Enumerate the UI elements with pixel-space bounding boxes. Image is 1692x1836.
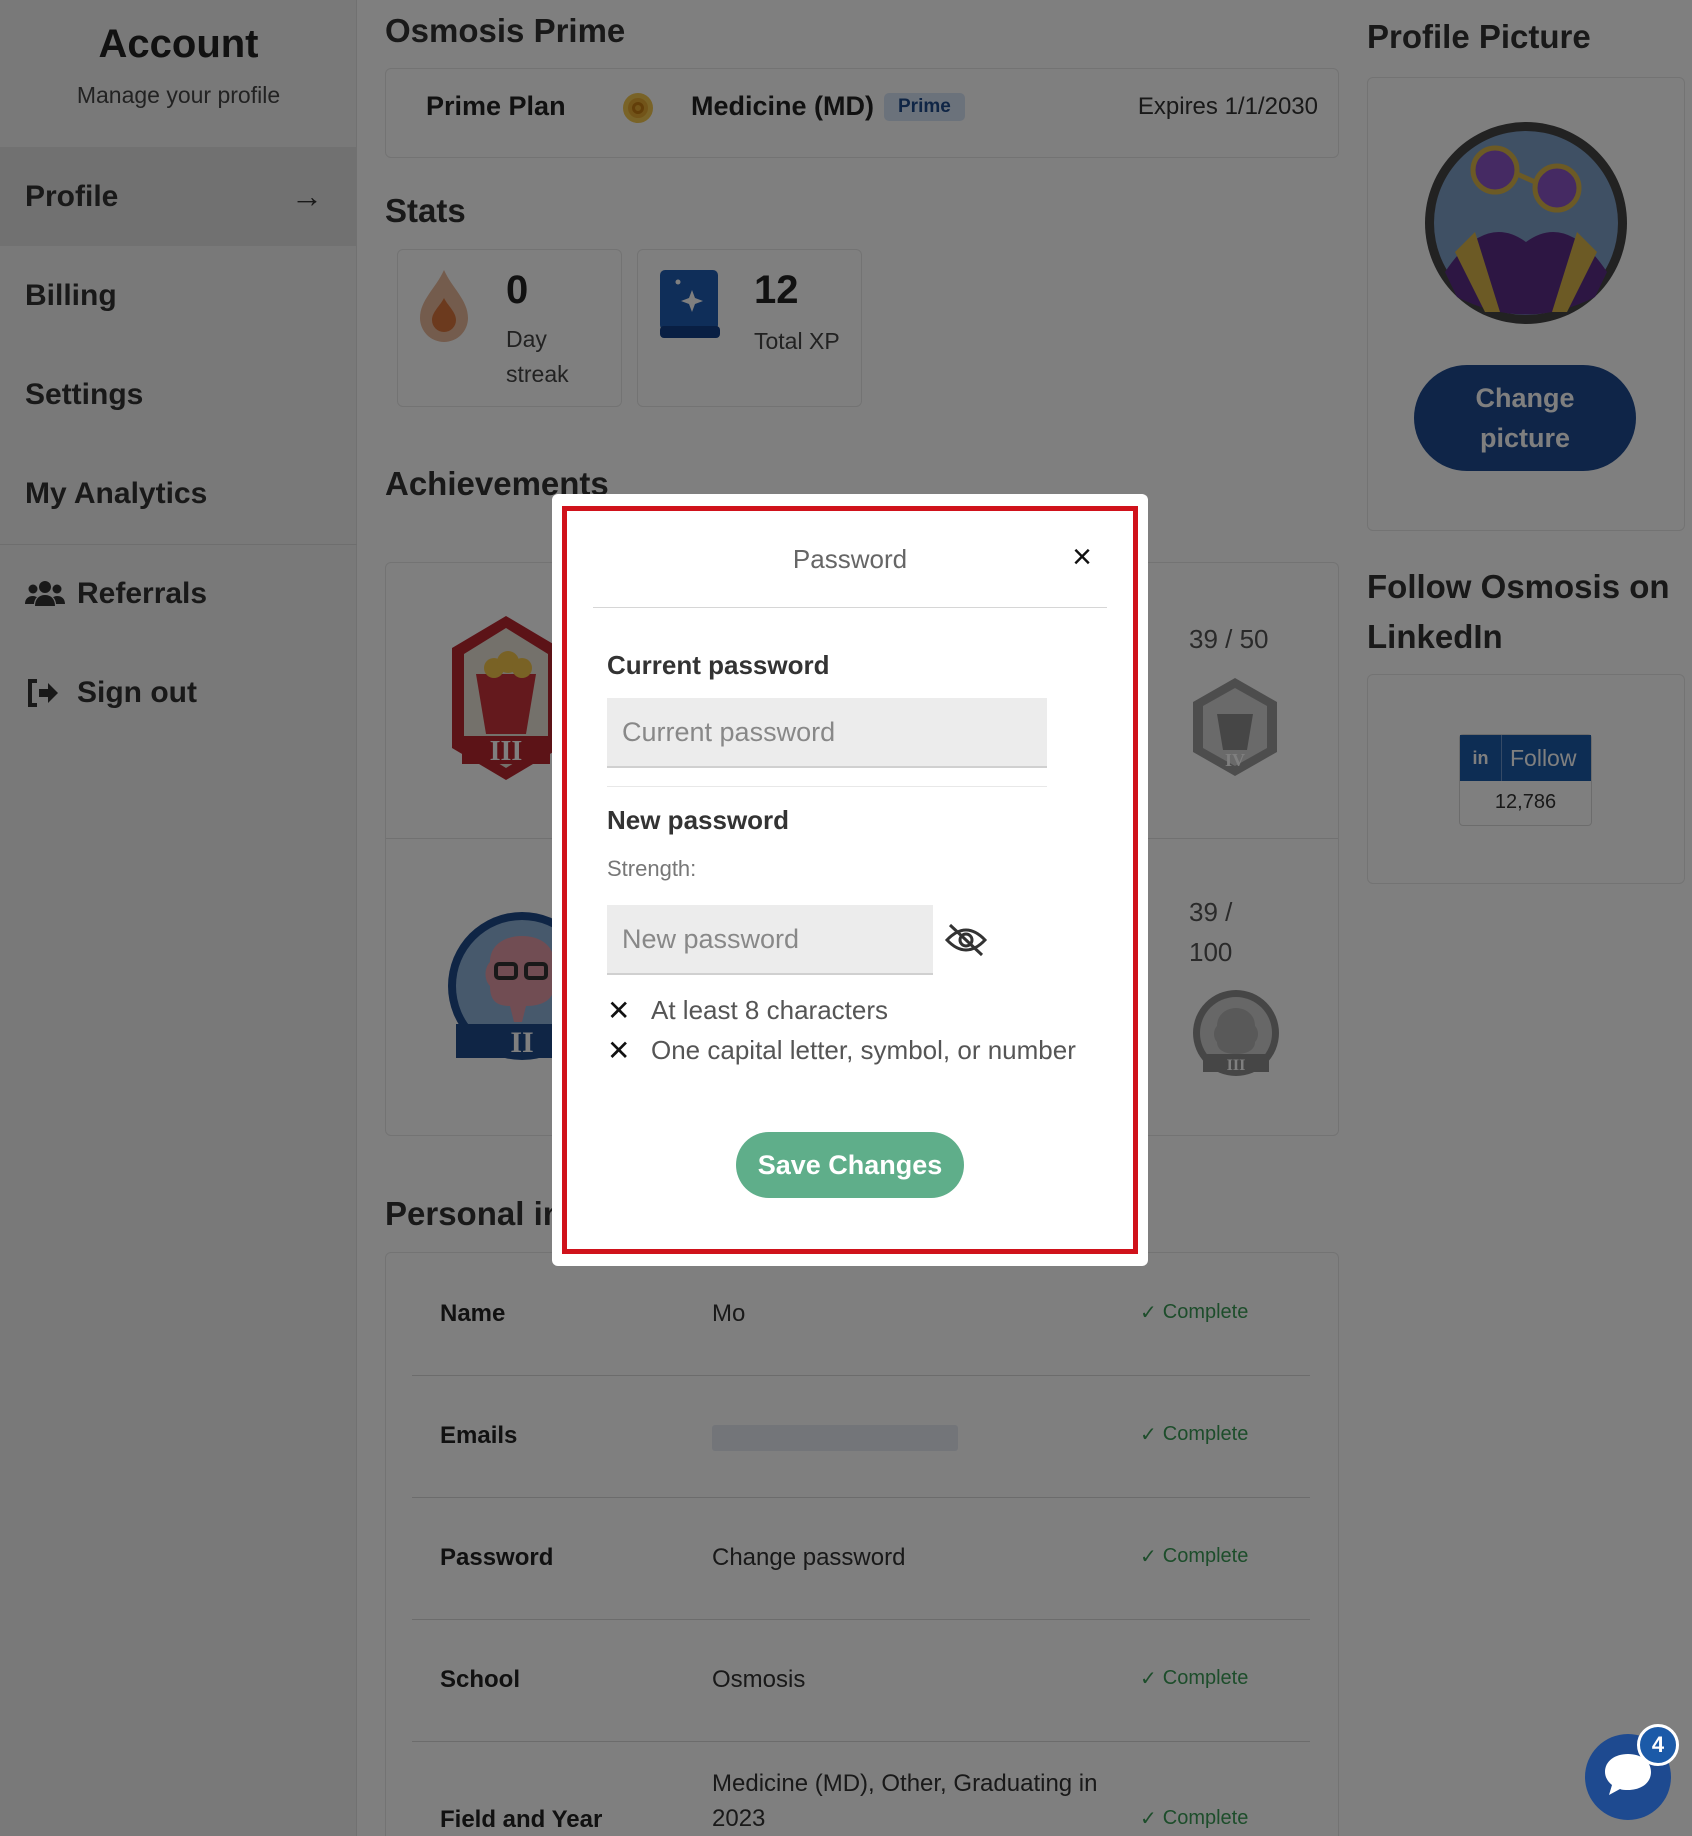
eye-off-icon[interactable] [944, 922, 988, 958]
password-modal: Password × Current password New password… [552, 494, 1148, 1266]
close-icon[interactable]: × [1065, 540, 1099, 574]
current-password-label: Current password [607, 650, 830, 680]
save-changes-button[interactable]: Save Changes [736, 1132, 964, 1198]
new-password-input[interactable] [607, 905, 933, 975]
new-password-label: New password [607, 805, 790, 835]
chat-unread-badge: 4 [1637, 1724, 1679, 1766]
current-password-input[interactable] [607, 698, 1047, 768]
x-mark-icon: ✕ [607, 1035, 631, 1066]
x-mark-icon: ✕ [607, 995, 631, 1026]
modal-title: Password [792, 544, 908, 574]
rule-min-length: ✕ At least 8 characters [607, 995, 888, 1026]
field-divider [607, 786, 1047, 787]
rule-complexity: ✕ One capital letter, symbol, or number [607, 1035, 1076, 1066]
strength-label: Strength: [607, 856, 697, 881]
modal-header-divider [593, 607, 1107, 608]
